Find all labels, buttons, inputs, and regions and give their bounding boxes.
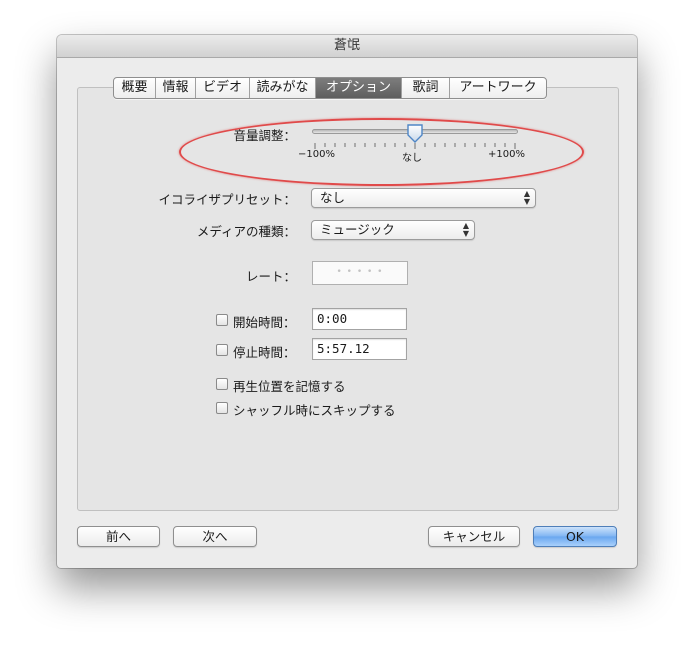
media-kind-label: メディアの種類： (196, 224, 296, 239)
previous-button[interactable]: 前へ (77, 526, 160, 547)
tab-summary[interactable]: 概要 (114, 78, 156, 98)
window-title: 蒼氓 (57, 35, 637, 58)
rating-label: レート： (245, 269, 296, 284)
tab-info[interactable]: 情報 (156, 78, 196, 98)
equalizer-popup[interactable]: なし ▲ ▼ (311, 188, 536, 208)
stop-time-field[interactable]: 5:57.12 (312, 338, 407, 360)
popup-arrows-icon: ▲ ▼ (462, 221, 469, 238)
start-time-checkbox[interactable] (216, 314, 228, 326)
stop-time-checkbox[interactable] (216, 344, 228, 356)
tab-lyrics[interactable]: 歌詞 (402, 78, 450, 98)
popup-arrows-icon: ▲ ▼ (523, 189, 530, 206)
start-time-field[interactable]: 0:00 (312, 308, 407, 330)
info-dialog: 蒼氓 概要 情報 ビデオ 読みがな オプション 歌詞 アートワーク 音量調整： … (57, 35, 637, 568)
skip-shuffle-checkbox[interactable] (216, 402, 228, 414)
tab-bar: 概要 情報 ビデオ 読みがな オプション 歌詞 アートワーク (113, 77, 547, 99)
remember-position-checkbox[interactable] (216, 378, 228, 390)
tab-options[interactable]: オプション (316, 78, 402, 98)
media-kind-value: ミュージック (320, 222, 395, 237)
equalizer-label: イコライザプリセット： (158, 192, 296, 207)
remember-position-label: 再生位置を記憶する (233, 379, 346, 394)
start-time-label: 開始時間： (233, 315, 296, 330)
rating-field[interactable]: • • • • • (312, 261, 408, 285)
media-kind-popup[interactable]: ミュージック ▲ ▼ (311, 220, 475, 240)
tab-video[interactable]: ビデオ (196, 78, 250, 98)
equalizer-value: なし (320, 190, 346, 205)
tab-sorting[interactable]: 読みがな (250, 78, 316, 98)
ok-button[interactable]: OK (533, 526, 617, 547)
tab-artwork[interactable]: アートワーク (450, 78, 546, 98)
cancel-button[interactable]: キャンセル (428, 526, 520, 547)
stop-time-label: 停止時間： (233, 345, 296, 360)
annotation-ellipse (179, 118, 584, 186)
skip-shuffle-label: シャッフル時にスキップする (233, 403, 396, 418)
next-button[interactable]: 次へ (173, 526, 257, 547)
